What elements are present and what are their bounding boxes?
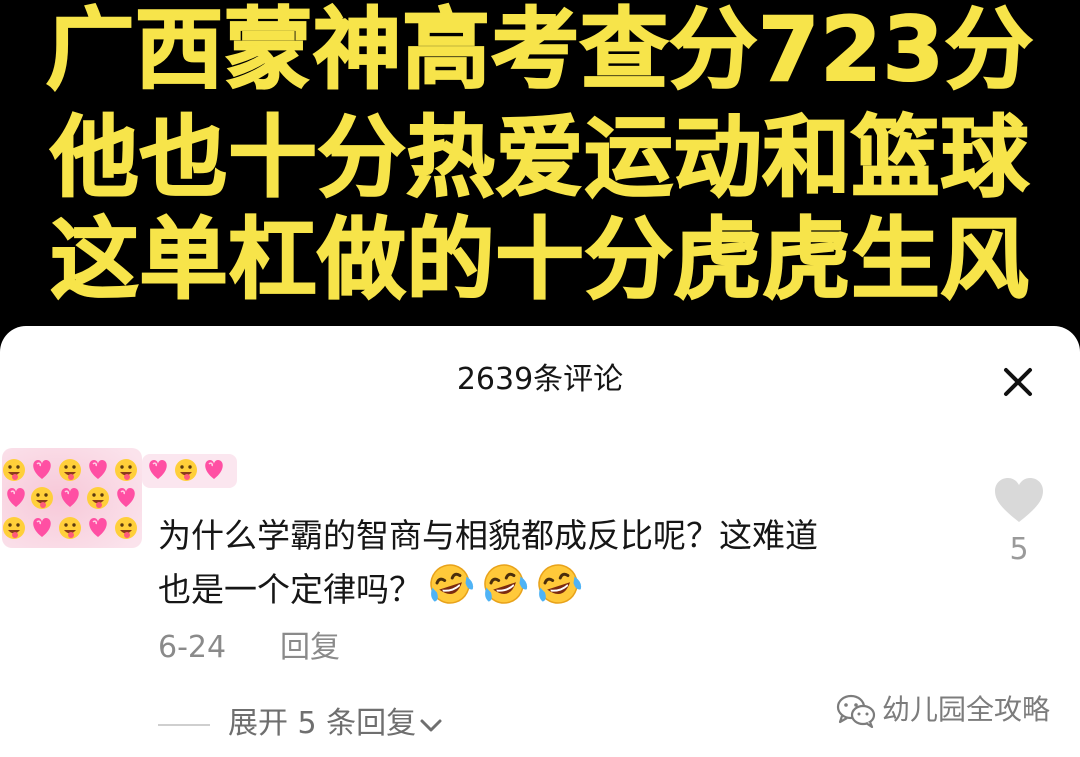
watermark-text: 幼儿园全攻略 xyxy=(882,693,1051,726)
comment-text-line-with-emojis: 也是一个定律吗？ xyxy=(158,562,968,621)
divider xyxy=(158,724,210,726)
like-count: 5 xyxy=(1009,532,1029,567)
comment-text-line: 为什么学霸的智商与相貌都成反比呢？这难道 xyxy=(158,516,818,555)
video-caption-line: 广西蒙神高考查分723分 xyxy=(45,0,1034,101)
close-icon xyxy=(1004,368,1032,396)
watermark: 幼儿园全攻略 xyxy=(836,688,1050,732)
comment-date: 6-24 xyxy=(158,630,227,665)
like-button[interactable] xyxy=(993,476,1045,526)
laughing-tears-emoji-icon xyxy=(534,562,582,621)
heart-icon xyxy=(995,478,1043,522)
reply-button[interactable]: 回复 xyxy=(280,628,340,668)
comments-count-title: 2639条评论 xyxy=(456,362,624,397)
video-caption-line: 他也十分热爱运动和篮球 xyxy=(49,106,1030,209)
comments-sheet: 2639条评论 为什么学霸的智商与相貌都成反比呢？这难道 也是一个定律吗？ 6-… xyxy=(0,326,1080,757)
laughing-tears-emoji-icon xyxy=(480,562,528,621)
video-frame: 广西蒙神高考查分723分 他也十分热爱运动和篮球 这单杠做的十分虎虎生风 xyxy=(0,0,1080,340)
video-caption-line: 这单杠做的十分虎虎生风 xyxy=(49,208,1030,311)
comment-body: 为什么学霸的智商与相貌都成反比呢？这难道 也是一个定律吗？ xyxy=(158,510,968,621)
expand-replies-button[interactable]: 展开 5 条回复 xyxy=(228,704,444,744)
laughing-tears-emoji-icon xyxy=(426,562,474,621)
close-button[interactable] xyxy=(997,361,1039,403)
comment-text-line: 也是一个定律吗？ xyxy=(158,570,422,609)
emoji-row xyxy=(426,562,588,621)
wechat-icon xyxy=(836,694,876,729)
chevron-down-icon xyxy=(420,719,442,731)
expand-replies-label: 展开 5 条回复 xyxy=(228,706,417,741)
